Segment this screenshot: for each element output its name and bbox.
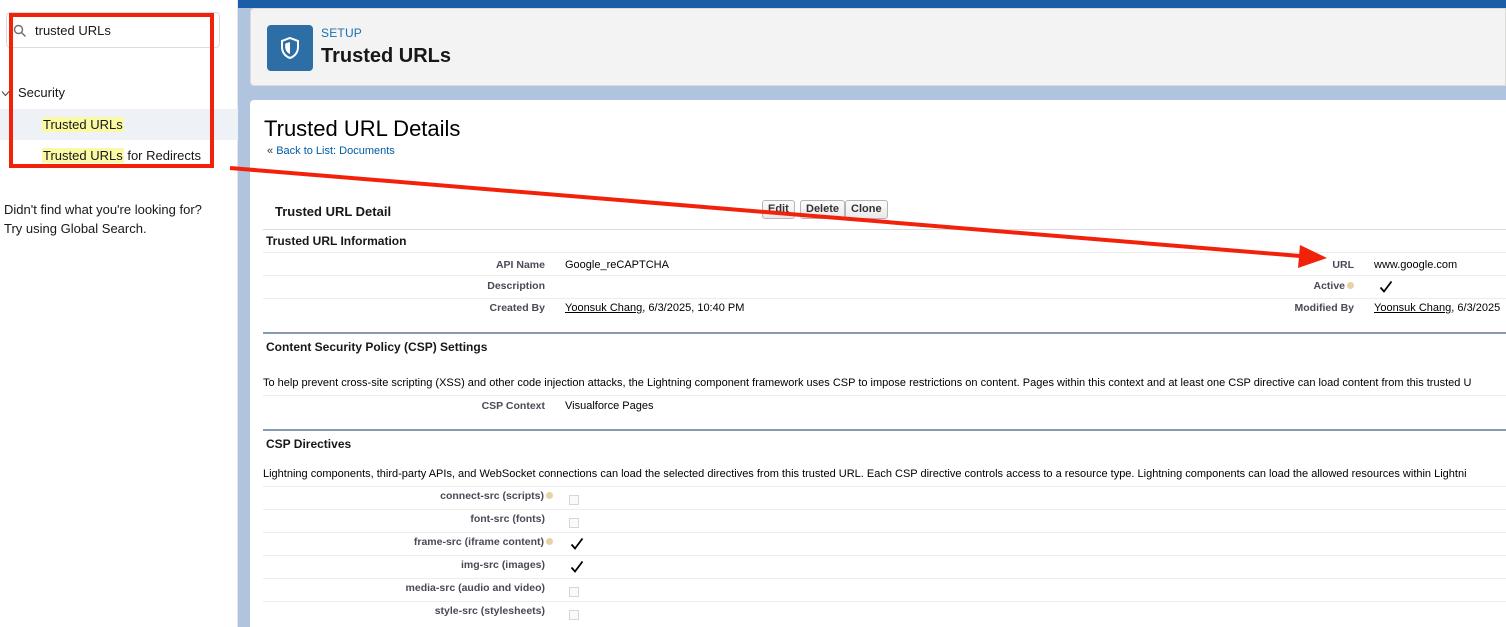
url-value: www.google.com — [1374, 259, 1458, 271]
directive-label: frame-src (iframe content) — [263, 536, 553, 548]
active-checkmark-icon — [1379, 280, 1393, 293]
directive-row: font-src (fonts) — [263, 510, 1506, 533]
help-icon[interactable] — [546, 538, 553, 545]
font-src-checkbox — [569, 518, 579, 528]
page-title: Trusted URL Details — [264, 116, 461, 141]
tree-node-label: Security — [18, 85, 65, 100]
trusted-url-detail: Trusted URL Detail Edit Delete Clone Tru… — [263, 196, 1506, 625]
directive-label: font-src (fonts) — [470, 513, 545, 525]
sidebar-item-trusted-urls[interactable]: Trusted URLs — [0, 109, 238, 140]
created-by-user-link[interactable]: Yoonsuk Chang — [565, 302, 642, 314]
directive-label: media-src (audio and video) — [405, 582, 545, 594]
created-by-date: , 6/3/2025, 10:40 PM — [642, 302, 745, 314]
search-highlight: Trusted URLs — [42, 148, 124, 163]
top-decorative-band — [238, 0, 1506, 8]
directive-label-text: frame-src (iframe content) — [413, 536, 544, 548]
modified-by-label: Modified By — [1294, 302, 1355, 314]
active-label: Active — [1313, 280, 1345, 292]
search-highlight: Trusted URLs — [42, 117, 124, 132]
style-src-checkbox — [569, 610, 579, 620]
directive-row: media-src (audio and video) — [263, 579, 1506, 602]
no-result-hint: Didn't find what you're looking for? Try… — [4, 200, 234, 238]
csp-description: To help prevent cross-site scripting (XS… — [263, 370, 1506, 396]
sidebar-item-trusted-urls-for-redirects[interactable]: Trusted URLs for Redirects — [0, 140, 238, 171]
breadcrumb: « Back to List: Documents — [267, 145, 395, 157]
modified-by-value: Yoonsuk Chang, 6/3/2025 — [1374, 302, 1500, 314]
modified-by-date: , 6/3/2025 — [1451, 302, 1501, 314]
connect-src-checkbox — [569, 495, 579, 505]
api-name-value: Google_reCAPTCHA — [565, 259, 669, 271]
delete-button[interactable]: Delete — [800, 200, 846, 219]
global-search-hint: Try using Global Search. — [4, 221, 147, 236]
shield-icon — [267, 25, 313, 71]
chevron-down-icon — [1, 91, 10, 97]
quick-find-box — [6, 12, 220, 48]
search-icon — [13, 24, 26, 37]
detail-header: Trusted URL Detail Edit Delete Clone — [263, 196, 1506, 230]
section-title-csp: Content Security Policy (CSP) Settings — [266, 340, 488, 354]
url-label: URL — [1332, 259, 1354, 271]
directive-label-text: connect-src (scripts) — [440, 490, 544, 502]
clone-button[interactable]: Clone — [845, 200, 888, 219]
field-row: Created By Yoonsuk Chang, 6/3/2025, 10:4… — [263, 299, 1506, 322]
back-prefix: « — [267, 145, 277, 157]
created-by-label: Created By — [489, 302, 545, 314]
directive-row: img-src (images) — [263, 556, 1506, 579]
field-row: CSP Context Visualforce Pages — [263, 396, 1506, 419]
field-row: Description Active — [263, 276, 1506, 299]
security-tree: Security Trusted URLs Trusted URLs for R… — [0, 82, 238, 171]
section-title-directives: CSP Directives — [266, 437, 352, 451]
section-title-information: Trusted URL Information — [266, 234, 407, 248]
csp-context-label: CSP Context — [481, 400, 545, 412]
sidebar-item-label: for Redirects — [123, 148, 202, 163]
setup-sidebar: Security Trusted URLs Trusted URLs for R… — [0, 0, 238, 627]
created-by-value: Yoonsuk Chang, 6/3/2025, 10:40 PM — [565, 302, 744, 314]
setup-header: SETUP Trusted URLs — [250, 8, 1506, 86]
modified-by-user-link[interactable]: Yoonsuk Chang — [1374, 302, 1451, 314]
field-row: API Name Google_reCAPTCHA URL www.google… — [263, 253, 1506, 276]
help-icon[interactable] — [546, 492, 553, 499]
information-fields: API Name Google_reCAPTCHA URL www.google… — [263, 252, 1506, 322]
no-result-line: Didn't find what you're looking for? — [4, 202, 202, 217]
directives-section-divider — [263, 429, 1506, 431]
active-label-wrap: Active — [1163, 280, 1354, 292]
header-title: Trusted URLs — [321, 45, 452, 67]
directive-row: frame-src (iframe content) — [263, 533, 1506, 556]
quick-find-input[interactable] — [35, 21, 215, 39]
directive-label: connect-src (scripts) — [263, 490, 553, 502]
edit-button[interactable]: Edit — [762, 200, 795, 219]
csp-section-divider — [263, 332, 1506, 334]
directive-row: connect-src (scripts) — [263, 487, 1506, 510]
detail-title: Trusted URL Detail — [275, 204, 392, 219]
header-eyebrow: SETUP — [321, 26, 363, 40]
img-src-checkmark-icon — [570, 560, 584, 573]
description-label: Description — [487, 280, 545, 292]
back-to-list-link[interactable]: Back to List: Documents — [276, 145, 395, 157]
api-name-label: API Name — [495, 259, 545, 271]
csp-context-value: Visualforce Pages — [565, 400, 654, 412]
directive-label: style-src (stylesheets) — [434, 605, 545, 617]
detail-content-card: Trusted URL Details « Back to List: Docu… — [250, 100, 1506, 627]
frame-src-checkmark-icon — [570, 537, 584, 550]
help-icon[interactable] — [1347, 282, 1354, 289]
directive-label: img-src (images) — [460, 559, 545, 571]
tree-node-security[interactable]: Security — [0, 82, 238, 104]
directives-description: Lightning components, third-party APIs, … — [263, 461, 1506, 487]
directive-row: style-src (stylesheets) — [263, 602, 1506, 625]
media-src-checkbox — [569, 587, 579, 597]
